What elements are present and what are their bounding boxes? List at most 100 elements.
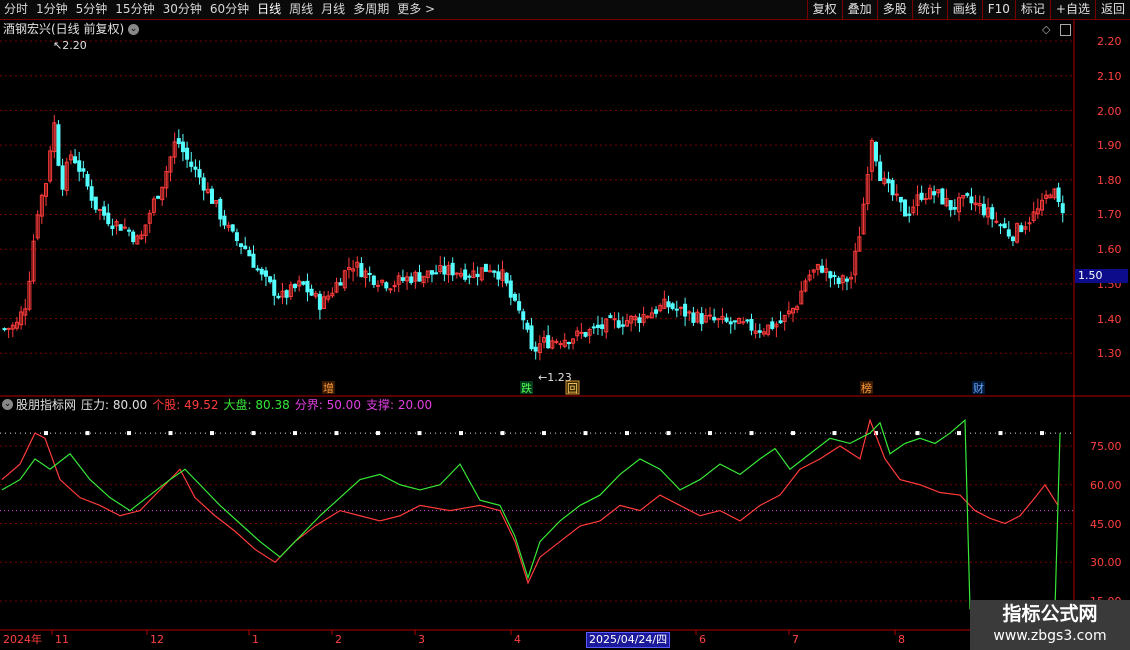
chart-title-bar: 酒钢宏兴(日线 前复权) ⌄ [3, 22, 140, 36]
candle-body [230, 224, 235, 232]
candle-body [180, 141, 185, 153]
candle-body [724, 317, 729, 322]
candle-body [1002, 223, 1007, 229]
candle-body [994, 220, 999, 223]
candle-body [898, 196, 903, 203]
candle-body [388, 288, 393, 291]
panel-icon[interactable] [1060, 24, 1071, 36]
indicator-name[interactable]: 股朋指标网 [16, 398, 76, 412]
pressure-marker [251, 431, 256, 436]
candle-body [243, 245, 248, 250]
param-market: 大盘: 80.38 [223, 398, 290, 412]
candle-body [558, 343, 563, 346]
candle-body [338, 282, 343, 286]
candle-body [222, 215, 227, 226]
candle-body [965, 193, 970, 196]
candle-body [176, 138, 181, 145]
candle-body [263, 270, 268, 277]
candle-body [81, 168, 86, 172]
ind-tick: 75.00 [1090, 440, 1122, 453]
candle-body [272, 279, 277, 296]
candle-body [666, 301, 671, 308]
candle-body [201, 177, 206, 191]
candle-body [998, 224, 1003, 227]
candle-body [728, 321, 733, 325]
candle-body [301, 281, 306, 285]
candle-body [371, 275, 376, 286]
candle-body [919, 192, 924, 200]
candle-body [616, 320, 621, 328]
candle-body [122, 226, 127, 229]
time-tick: 2024年 [3, 632, 42, 646]
candle-body [907, 213, 912, 216]
candle-body [305, 280, 310, 293]
candle-body [483, 263, 488, 272]
param-stock: 个股: 49.52 [152, 398, 219, 412]
candle-body [77, 160, 82, 172]
time-tick: 6 [699, 633, 706, 646]
candle-body [429, 270, 434, 275]
watermark-title: 指标公式网 [1002, 603, 1098, 625]
pressure-marker [542, 431, 546, 436]
candle-body [878, 161, 883, 181]
candle-body [234, 232, 239, 242]
candle-body [454, 272, 459, 275]
pressure-marker [293, 431, 297, 436]
candle-body [102, 206, 107, 216]
ind-tick: 60.00 [1090, 479, 1122, 492]
ind-tick: 30.00 [1090, 556, 1122, 569]
candle-body [948, 200, 953, 211]
time-separators [51, 630, 896, 635]
candle-body [56, 124, 61, 166]
candle-body [612, 318, 617, 321]
candle-body [566, 342, 571, 345]
candle-body [276, 295, 281, 299]
candle-body [749, 318, 754, 331]
stock-chart[interactable]: 2.20 2.10 2.00 1.90 1.80 1.70 1.60 1.50 … [0, 0, 1130, 650]
pressure-marker [915, 431, 920, 436]
indicator-lines [1, 418, 1061, 610]
price-tick: 2.10 [1097, 70, 1122, 83]
candle-body [156, 195, 161, 199]
pressure-marker [625, 431, 629, 436]
candle-body [189, 161, 194, 167]
pressure-marker [417, 431, 422, 436]
pressure-marker [666, 431, 671, 436]
price-tick: 1.70 [1097, 208, 1122, 221]
indicator-header: ⌄ 股朋指标网 压力: 80.00 个股: 49.52 大盘: 80.38 分界… [2, 398, 437, 412]
candle-body [836, 277, 841, 284]
pressure-marker [583, 431, 588, 436]
candle-body [251, 253, 256, 268]
candle-body [247, 250, 252, 257]
chevron-down-icon[interactable]: ⌄ [2, 399, 13, 410]
watermark-url: www.zbgs3.com [993, 628, 1107, 644]
time-tick: 1 [252, 633, 259, 646]
candle-body [6, 327, 11, 330]
candle-body [525, 322, 530, 330]
pressure-marker [459, 431, 463, 436]
candle-body [367, 272, 372, 275]
candle-body [678, 306, 683, 309]
pressure-marker [168, 431, 173, 436]
candle-body [778, 320, 783, 324]
price-tick: 1.90 [1097, 139, 1122, 152]
candle-body [890, 179, 895, 196]
chevron-down-icon[interactable]: ⌄ [128, 24, 140, 35]
time-tick: 3 [418, 633, 425, 646]
pressure-marker [127, 431, 131, 436]
candle-body [770, 321, 775, 329]
candle-body [620, 324, 625, 327]
candle-body [708, 314, 712, 317]
candle-body [637, 317, 642, 324]
candle-body [757, 330, 762, 333]
candle-body [434, 272, 439, 275]
event-marker-finance: 财 [973, 381, 984, 395]
candle-body [400, 277, 405, 281]
param-pressure: 压力: 80.00 [81, 398, 148, 412]
candle-body [583, 332, 588, 337]
candle-body [467, 275, 472, 278]
candle-body [932, 191, 937, 196]
param-boundary: 分界: 50.00 [294, 398, 361, 412]
diamond-icon[interactable]: ◇ [1042, 23, 1050, 36]
event-marker-increase: 增 [323, 381, 334, 395]
